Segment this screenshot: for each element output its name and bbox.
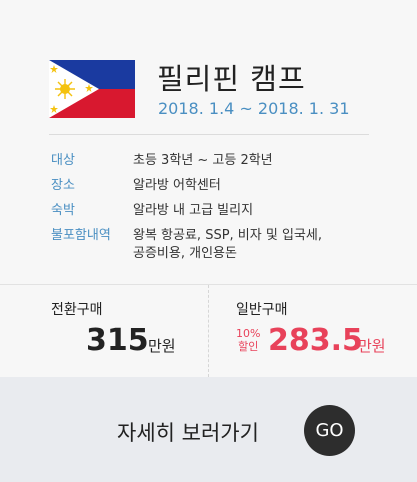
- camp-header-section: 필리핀 캠프 2018. 1.4 ~ 2018. 1. 31 대상 초등 3학년…: [0, 0, 417, 284]
- discount-badge: 10% 할인: [236, 327, 260, 353]
- camp-info-list: 대상 초등 3학년 ~ 고등 2학년 장소 알라방 어학센터 숙박 알라방 내 …: [51, 152, 381, 270]
- info-row-excluded: 불포함내역 왕복 항공료, SSP, 비자 및 입국세, 공증비용, 개인용돈: [51, 227, 381, 263]
- general-price-value: 283.5: [268, 323, 363, 358]
- info-row-target: 대상 초등 3학년 ~ 고등 2학년: [51, 152, 381, 170]
- transfer-price-value: 315: [86, 323, 149, 358]
- camp-card: 필리핀 캠프 2018. 1.4 ~ 2018. 1. 31 대상 초등 3학년…: [0, 0, 417, 482]
- philippines-flag-icon: [49, 60, 135, 118]
- info-value: 왕복 항공료, SSP, 비자 및 입국세, 공증비용, 개인용돈: [133, 228, 322, 261]
- general-price-label: 일반구매: [236, 302, 288, 318]
- discount-text: 할인: [238, 340, 259, 353]
- transfer-price-unit: 만원: [148, 337, 176, 355]
- price-column-divider: [208, 285, 209, 377]
- camp-title: 필리핀 캠프: [157, 62, 306, 96]
- detail-cta-text[interactable]: 자세히 보러가기: [117, 417, 259, 447]
- go-button[interactable]: GO: [304, 405, 355, 456]
- discount-percent: 10%: [236, 327, 261, 340]
- info-row-lodging: 숙박 알라방 내 고급 빌리지: [51, 202, 381, 220]
- price-section: 전환구매 315 만원 일반구매 10% 할인 283.5 만원: [0, 285, 417, 377]
- general-price-unit: 만원: [358, 337, 386, 355]
- info-label: 장소: [51, 178, 75, 193]
- info-value: 알라방 어학센터: [133, 178, 221, 193]
- info-row-location: 장소 알라방 어학센터: [51, 177, 381, 195]
- info-value: 알라방 내 고급 빌리지: [133, 203, 254, 218]
- info-label: 숙박: [51, 203, 75, 218]
- detail-cta-bar[interactable]: 자세히 보러가기 GO: [0, 377, 417, 482]
- info-label: 불포함내역: [51, 228, 111, 243]
- info-label: 대상: [51, 153, 75, 168]
- transfer-price-label: 전환구매: [51, 302, 103, 318]
- header-divider: [49, 134, 369, 135]
- camp-dates: 2018. 1.4 ~ 2018. 1. 31: [158, 99, 350, 118]
- info-value: 초등 3학년 ~ 고등 2학년: [133, 153, 273, 168]
